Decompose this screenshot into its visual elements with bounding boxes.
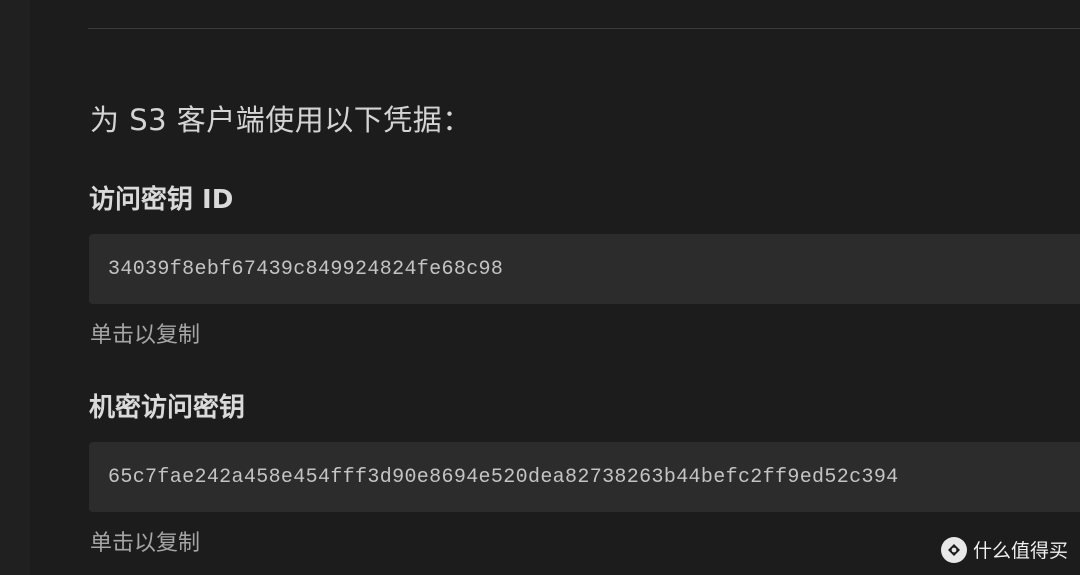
- zhi-logo-icon: [940, 536, 967, 563]
- credentials-page: 为 S3 客户端使用以下凭据： 访问密钥 ID 34039f8ebf67439c…: [0, 0, 1080, 575]
- access-key-label: 访问密钥 ID: [89, 185, 234, 215]
- secret-key-copy-box[interactable]: 65c7fae242a458e454fff3d90e8694e520dea827…: [89, 442, 1080, 512]
- left-rail: [0, 0, 30, 575]
- intro-text: 为 S3 客户端使用以下凭据：: [90, 103, 472, 137]
- access-key-copy-box[interactable]: 34039f8ebf67439c849924824fe68c98: [89, 234, 1080, 304]
- access-key-value: 34039f8ebf67439c849924824fe68c98: [108, 257, 504, 281]
- secret-key-value: 65c7fae242a458e454fff3d90e8694e520dea827…: [108, 465, 899, 489]
- secret-key-copy-hint: 单击以复制: [90, 531, 201, 556]
- watermark-text: 什么值得买: [972, 540, 1068, 562]
- access-key-copy-hint: 单击以复制: [90, 323, 201, 348]
- secret-key-label: 机密访问密钥: [89, 393, 246, 423]
- watermark: 什么值得买: [940, 536, 1068, 563]
- section-divider: [88, 28, 1080, 29]
